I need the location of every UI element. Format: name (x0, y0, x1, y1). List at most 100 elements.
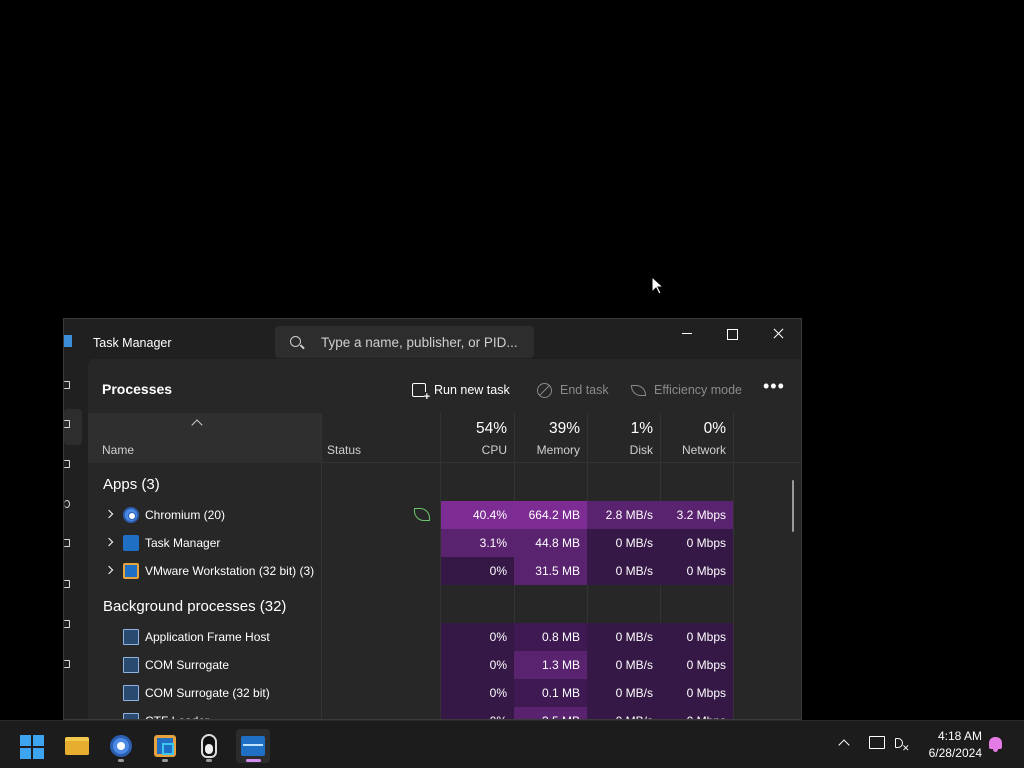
taskbar-file-explorer[interactable] (60, 729, 94, 763)
run-task-icon (412, 383, 430, 402)
chromium-icon (123, 507, 139, 523)
leaf-icon (631, 384, 646, 396)
app-history-icon[interactable] (64, 500, 70, 508)
process-row[interactable]: COM Surrogate 0% 1.3 MB 0 MB/s 0 Mbps (88, 651, 801, 679)
nav-sidebar (64, 359, 86, 719)
hamburger-menu-icon[interactable] (64, 381, 70, 389)
disk-cell: 0 MB/s (587, 557, 660, 585)
startup-apps-icon[interactable] (64, 539, 70, 547)
window-title: Task Manager (93, 336, 172, 350)
memory-cell: 31.5 MB (514, 557, 587, 585)
clock-time[interactable]: 4:18 AM (920, 729, 982, 743)
process-row[interactable]: Chromium (20) 40.4% 664.2 MB 2.8 MB/s 3.2 Mb… (88, 501, 801, 529)
windows-logo-icon (20, 735, 44, 759)
file-explorer-icon (65, 737, 89, 755)
performance-icon[interactable] (64, 460, 70, 468)
process-name: Chromium (20) (145, 508, 226, 522)
disk-total: 1% (630, 420, 653, 437)
expand-chevron-icon[interactable] (104, 509, 114, 519)
run-new-task-button[interactable]: Run new task (412, 379, 510, 402)
cpu-cell: 0% (441, 707, 514, 719)
run-new-task-label: Run new task (434, 383, 510, 397)
users-icon[interactable] (64, 580, 70, 588)
search-placeholder: Type a name, publisher, or PID... (321, 335, 518, 350)
title-bar[interactable]: Task Manager Type a name, publisher, or … (64, 319, 801, 359)
chromium-icon (110, 735, 132, 757)
cpu-column-header[interactable]: CPU (441, 443, 507, 457)
taskbar-task-manager[interactable] (236, 729, 270, 763)
taskbar-chromium[interactable] (104, 729, 138, 763)
task-manager-window: Task Manager Type a name, publisher, or … (63, 318, 802, 720)
end-task-button[interactable]: End task (537, 379, 609, 401)
efficiency-mode-label: Efficiency mode (654, 383, 743, 397)
memory-cell: 664.2 MB (514, 501, 587, 529)
show-hidden-icons-chevron-icon[interactable] (838, 739, 850, 751)
services-icon[interactable] (64, 660, 70, 668)
running-indicator (206, 759, 212, 762)
disk-column-header[interactable]: Disk (587, 443, 653, 457)
name-column-label: Name (102, 443, 135, 457)
clock-date[interactable]: 6/28/2024 (920, 746, 982, 760)
table-header: Name Status 54% CPU 39% Memory 1% Disk 0… (88, 413, 801, 463)
active-indicator (246, 759, 261, 762)
network-column-header[interactable]: Network (660, 443, 726, 457)
network-total: 0% (703, 420, 726, 437)
network-cell: 0 Mbps (660, 651, 733, 679)
cpu-cell: 0% (441, 651, 514, 679)
close-button[interactable] (755, 319, 801, 349)
minimize-button[interactable] (664, 319, 710, 349)
end-task-icon (537, 382, 552, 398)
efficiency-leaf-icon (414, 508, 430, 521)
memory-cell: 44.8 MB (514, 529, 587, 557)
expand-chevron-icon[interactable] (104, 565, 114, 575)
network-cell: 0 Mbps (660, 529, 733, 557)
start-button[interactable] (15, 729, 49, 763)
process-row[interactable]: CTF Loader0%3.5 MB0 MB/s0 Mbps (88, 707, 801, 719)
taskbar-penguin-app[interactable] (192, 729, 226, 763)
scrollbar-thumb[interactable] (792, 480, 794, 532)
window-icon (123, 657, 139, 673)
process-row[interactable]: Application Frame Host 0% 0.8 MB 0 MB/s 0 Mb… (88, 623, 801, 651)
vmware-icon (123, 563, 139, 579)
process-row[interactable]: Task Manager 3.1% 44.8 MB 0 MB/s 0 Mbps (88, 529, 801, 557)
process-row[interactable]: COM Surrogate (32 bit) 0% 0.1 MB 0 MB/s 0 Mb… (88, 679, 801, 707)
memory-total: 39% (548, 420, 580, 437)
status-column-header[interactable]: Status (327, 443, 361, 457)
process-name: Application Frame Host (145, 630, 270, 644)
expand-chevron-icon[interactable] (104, 537, 114, 547)
network-cell: 0 Mbps (660, 707, 733, 719)
network-icon[interactable] (869, 736, 885, 749)
mute-x-icon: ✕ (902, 743, 910, 753)
name-column-header[interactable]: Name (88, 413, 321, 463)
window-icon (123, 629, 139, 645)
window-icon (123, 713, 139, 719)
disk-cell: 0 MB/s (587, 707, 660, 719)
search-input[interactable]: Type a name, publisher, or PID... (275, 326, 534, 358)
penguin-icon (201, 734, 217, 758)
network-cell: 0 Mbps (660, 557, 733, 585)
taskbar-vmware[interactable] (148, 729, 182, 763)
running-indicator (118, 759, 124, 762)
process-name: COM Surrogate (145, 658, 230, 672)
notification-bell-icon[interactable] (989, 737, 1002, 752)
processes-pane: Processes Run new task End task Efficien… (88, 359, 801, 719)
maximize-button[interactable] (709, 319, 755, 349)
network-cell: 0 Mbps (660, 679, 733, 707)
disk-cell: 0 MB/s (587, 651, 660, 679)
disk-cell: 0 MB/s (587, 679, 660, 707)
cpu-cell: 0% (441, 557, 514, 585)
process-row[interactable]: VMware Workstation (32 bit) (3) 0% 31.5 MB… (88, 557, 801, 585)
cpu-cell: 40.4% (441, 501, 514, 529)
taskbar: ✕ 4:18 AM 6/28/2024 (0, 720, 1024, 768)
memory-cell: 3.5 MB (514, 707, 587, 719)
more-options-button[interactable]: ••• (763, 377, 787, 399)
process-name: COM Surrogate (32 bit) (145, 686, 270, 700)
vmware-icon (154, 735, 176, 757)
disk-cell: 0 MB/s (587, 529, 660, 557)
memory-cell: 0.8 MB (514, 623, 587, 651)
memory-column-header[interactable]: Memory (514, 443, 580, 457)
processes-icon[interactable] (64, 420, 70, 428)
details-icon[interactable] (64, 620, 70, 628)
sort-ascending-icon (191, 419, 203, 431)
efficiency-mode-button[interactable]: Efficiency mode (631, 379, 742, 401)
